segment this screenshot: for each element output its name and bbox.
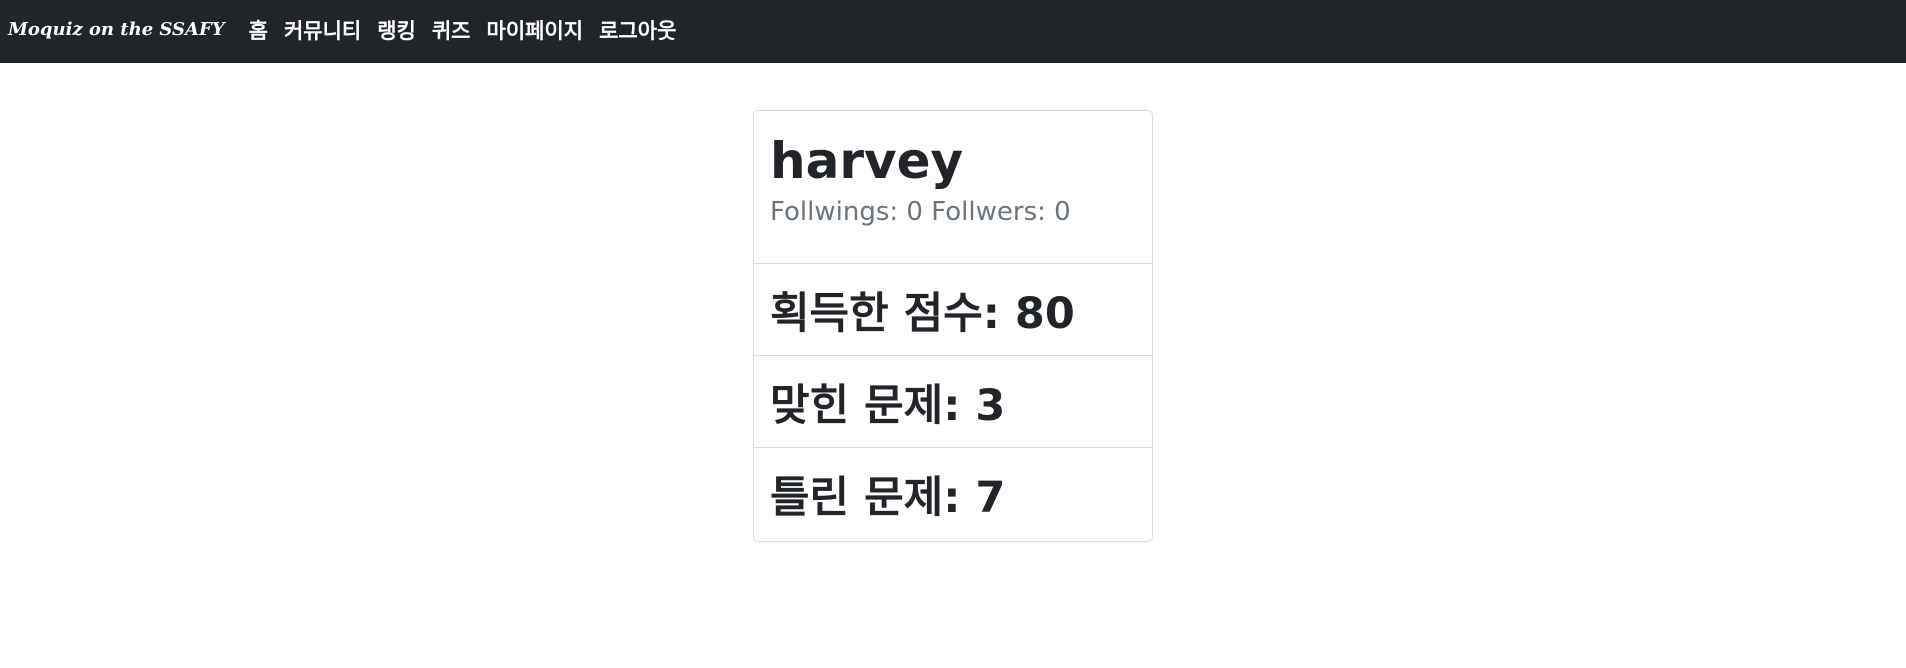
nav-link-mypage[interactable]: 마이페이지	[487, 15, 584, 45]
follow-counts: Follwings: 0 Follwers: 0	[770, 197, 1071, 227]
profile-card: harvey Follwings: 0 Follwers: 0 획득한 점수: …	[753, 110, 1153, 542]
nav-link-home[interactable]: 홈	[249, 15, 268, 45]
navbar-brand[interactable]: Moquiz on the SSAFY	[8, 19, 225, 40]
stat-row-score: 획득한 점수: 80	[754, 264, 1152, 356]
nav-link-logout[interactable]: 로그아웃	[599, 15, 676, 45]
username: harvey	[770, 132, 964, 190]
stat-row-wrong: 틀린 문제: 7	[754, 448, 1152, 540]
stat-wrong: 틀린 문제: 7	[770, 473, 1006, 523]
nav-links: 홈 커뮤니티 랭킹 퀴즈 마이페이지 로그아웃	[249, 15, 693, 45]
stat-score: 획득한 점수: 80	[770, 288, 1075, 339]
nav-link-community[interactable]: 커뮤니티	[284, 15, 361, 45]
profile-header: harvey Follwings: 0 Follwers: 0	[754, 111, 1152, 264]
stat-row-correct: 맞힌 문제: 3	[754, 356, 1152, 448]
top-navbar: Moquiz on the SSAFY 홈 커뮤니티 랭킹 퀴즈 마이페이지 로…	[0, 0, 1906, 63]
stat-correct: 맞힌 문제: 3	[770, 380, 1006, 431]
nav-link-quiz[interactable]: 퀴즈	[432, 15, 471, 45]
nav-link-ranking[interactable]: 랭킹	[377, 15, 416, 45]
